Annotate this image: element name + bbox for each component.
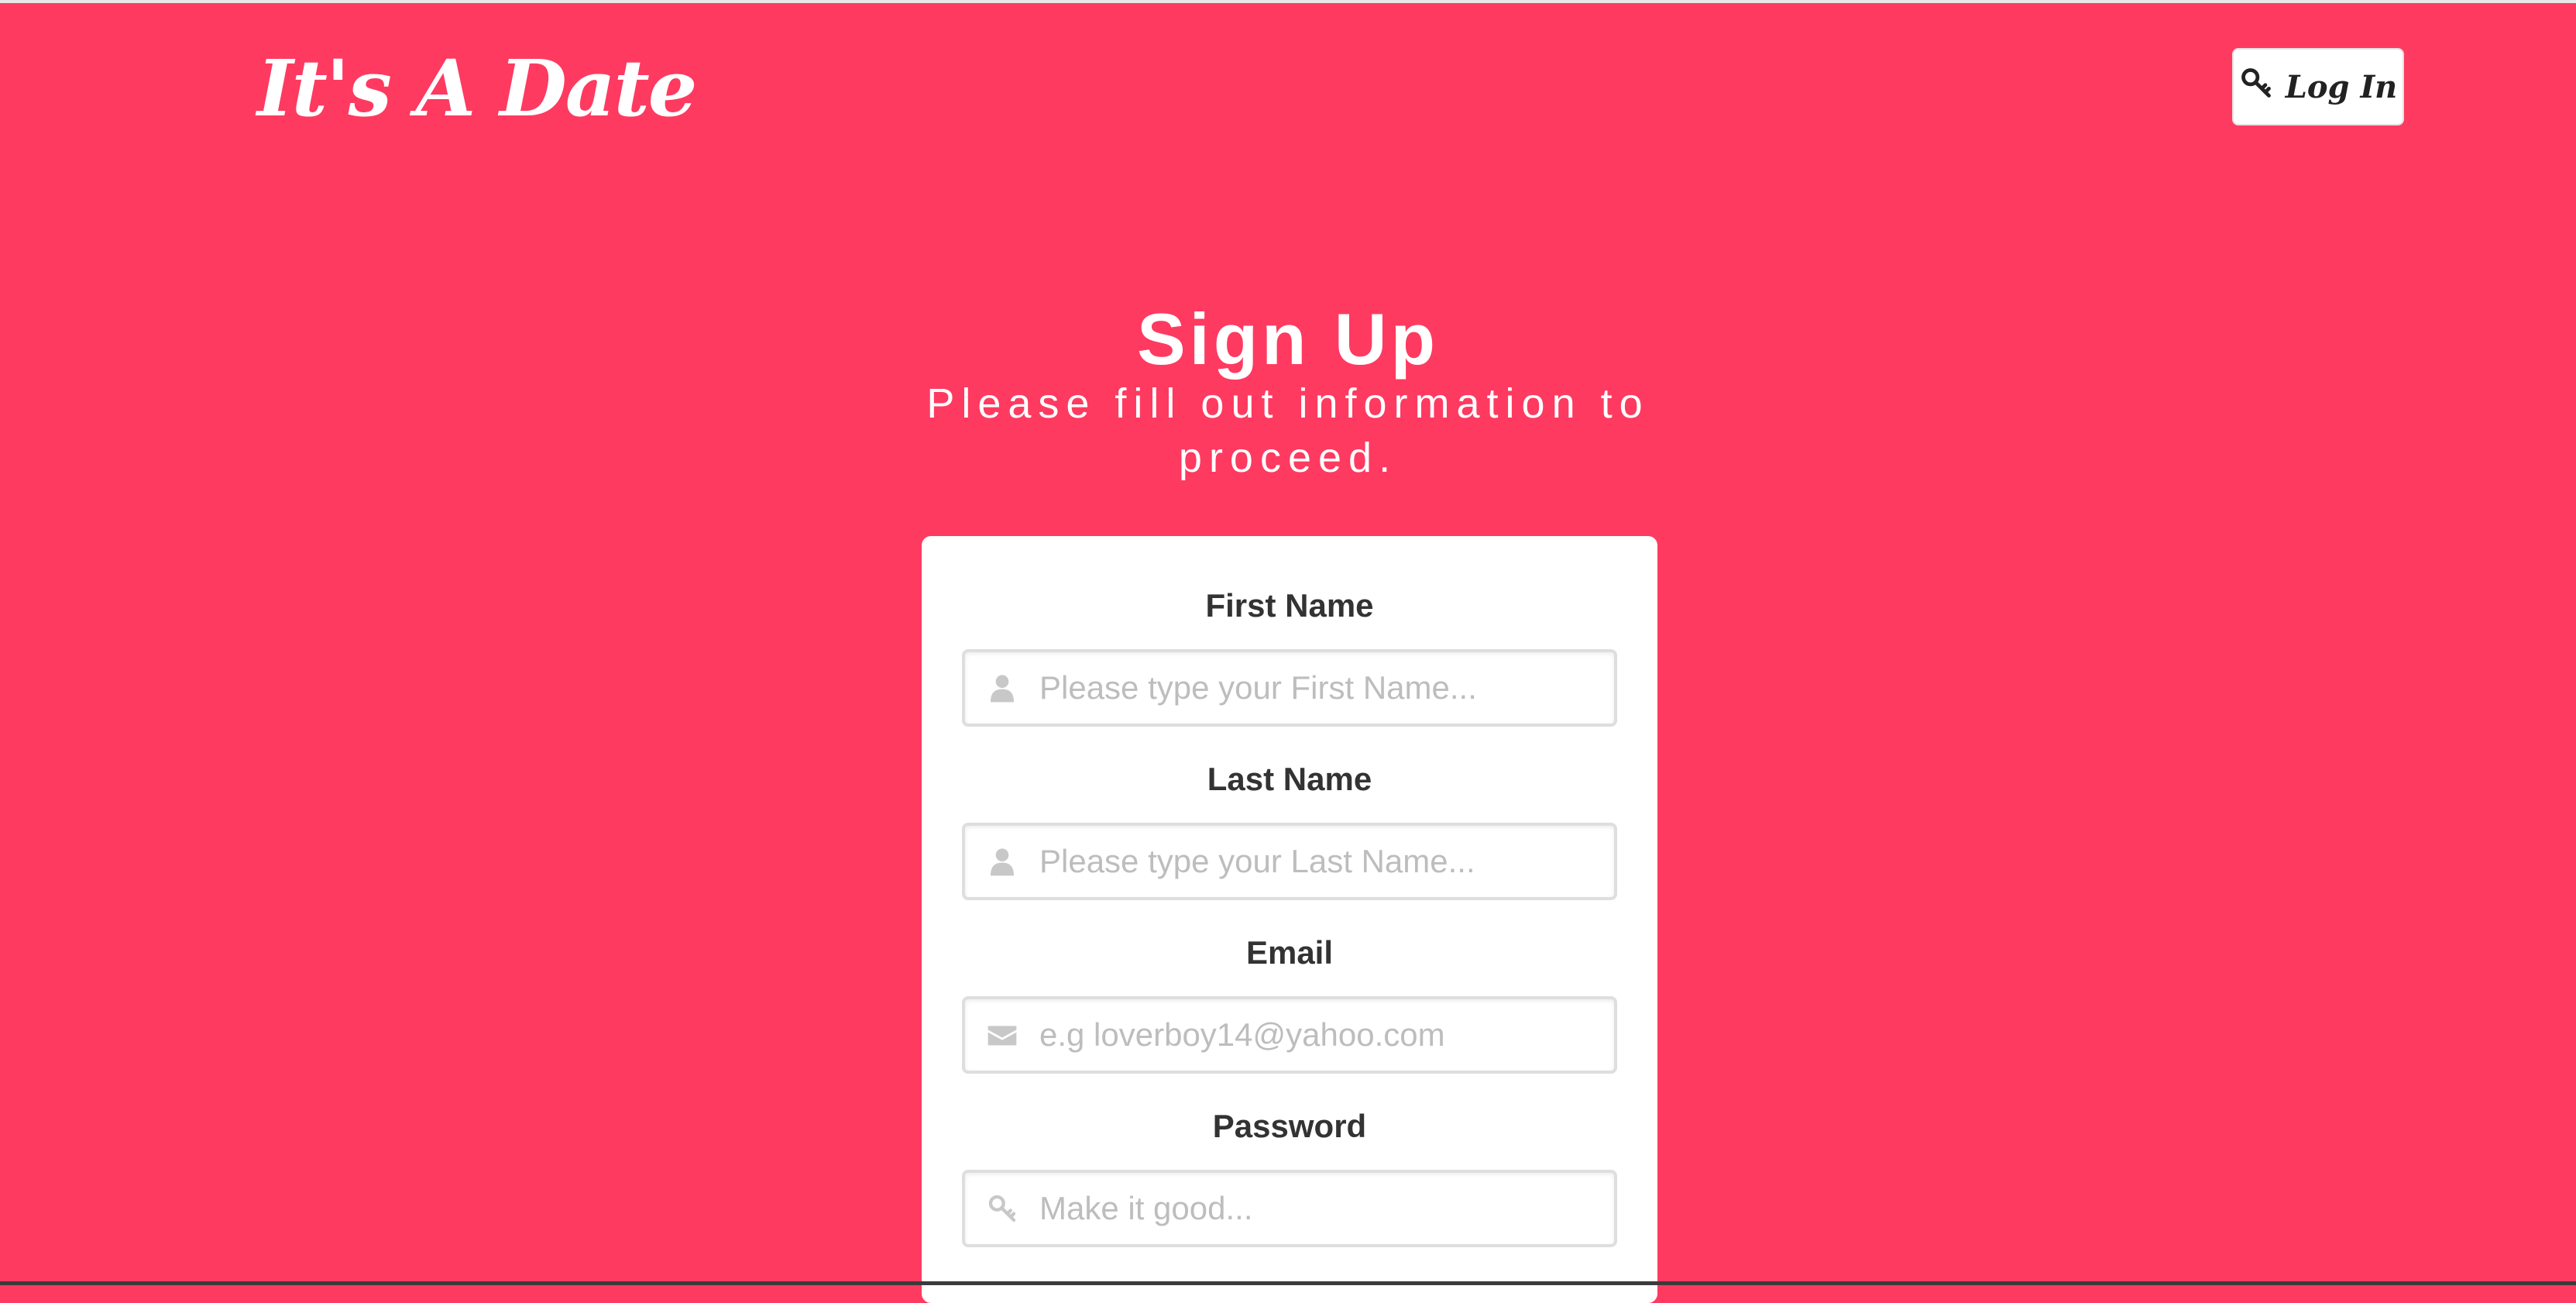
password-input[interactable]	[1039, 1190, 1614, 1227]
brand-logo[interactable]: It's A Date	[257, 34, 697, 143]
first-name-label: First Name	[1205, 587, 1374, 624]
first-name-field[interactable]	[962, 649, 1617, 727]
last-name-label: Last Name	[1207, 761, 1372, 797]
email-label: Email	[1245, 934, 1334, 971]
top-border	[0, 0, 2576, 3]
key-icon	[2239, 66, 2273, 108]
login-label: Log In	[2285, 68, 2398, 105]
email-field[interactable]	[962, 996, 1617, 1074]
email-input[interactable]	[1039, 1016, 1614, 1054]
last-name-field[interactable]	[962, 823, 1617, 900]
key-icon	[965, 1193, 1039, 1224]
page-title: Sign Up	[1136, 298, 1440, 380]
bottom-border	[0, 1281, 2576, 1285]
page-subtitle: Please fill out information to proceed.	[926, 380, 1650, 481]
user-icon	[965, 846, 1039, 877]
user-icon	[965, 672, 1039, 703]
login-button[interactable]: Log In	[2232, 48, 2404, 125]
password-field[interactable]	[962, 1170, 1617, 1247]
first-name-input[interactable]	[1039, 669, 1614, 707]
envelope-icon	[965, 1019, 1039, 1050]
password-label: Password	[1212, 1108, 1367, 1144]
signup-form-card: First Name Last Name Email Password	[922, 536, 1657, 1303]
last-name-input[interactable]	[1039, 843, 1614, 880]
